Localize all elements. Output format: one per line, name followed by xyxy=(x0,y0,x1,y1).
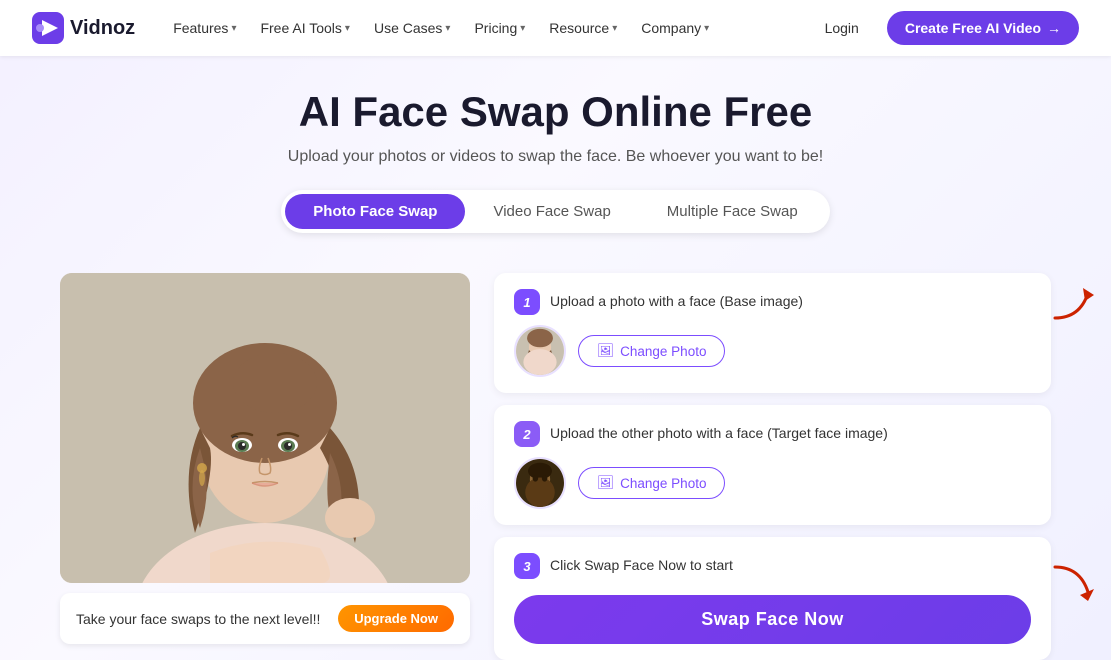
image-panel: Take your face swaps to the next level!!… xyxy=(60,273,470,644)
nav-use-cases[interactable]: Use Cases ▾ xyxy=(364,14,461,42)
step-2-badge: 2 xyxy=(514,421,540,447)
image-icon: 🖼 xyxy=(597,475,614,491)
upgrade-text: Take your face swaps to the next level!! xyxy=(76,611,320,627)
arrow-right-icon: → xyxy=(1047,20,1061,36)
steps-panel: 1 Upload a photo with a face (Base image… xyxy=(494,273,1051,660)
swap-face-now-button[interactable]: Swap Face Now xyxy=(514,595,1031,644)
step-2-face-thumb xyxy=(514,457,566,509)
hero-subtitle: Upload your photos or videos to swap the… xyxy=(0,148,1111,166)
hero-section: AI Face Swap Online Free Upload your pho… xyxy=(0,56,1111,253)
step-1-row: 🖼 Change Photo xyxy=(514,325,1031,377)
step-2-row: 🖼 Change Photo xyxy=(514,457,1031,509)
arrow-3-icon xyxy=(1050,557,1095,602)
chevron-down-icon: ▾ xyxy=(231,23,236,34)
step-2-card: 2 Upload the other photo with a face (Ta… xyxy=(494,405,1051,525)
step-1-label: Upload a photo with a face (Base image) xyxy=(550,289,803,312)
chevron-down-icon: ▾ xyxy=(345,23,350,34)
tab-video-face-swap[interactable]: Video Face Swap xyxy=(465,194,638,229)
nav-features[interactable]: Features ▾ xyxy=(163,14,246,42)
logo-icon xyxy=(32,12,64,44)
nav-right: Login Create Free AI Video → xyxy=(813,11,1079,45)
nav-resource[interactable]: Resource ▾ xyxy=(539,14,627,42)
main-content: Take your face swaps to the next level!!… xyxy=(0,253,1111,660)
step-1-header: 1 Upload a photo with a face (Base image… xyxy=(514,289,1031,315)
chevron-down-icon: ▾ xyxy=(704,23,709,34)
step-3-label: Click Swap Face Now to start xyxy=(550,553,733,576)
logo-text: Vidnoz xyxy=(70,17,135,40)
step-1-face-thumb xyxy=(514,325,566,377)
chevron-down-icon: ▾ xyxy=(520,23,525,34)
step-3-card: 3 Click Swap Face Now to start Swap Face… xyxy=(494,537,1051,660)
logo[interactable]: Vidnoz xyxy=(32,12,135,44)
step-2-label: Upload the other photo with a face (Targ… xyxy=(550,421,888,444)
upgrade-bar: Take your face swaps to the next level!!… xyxy=(60,593,470,644)
chevron-down-icon: ▾ xyxy=(612,23,617,34)
step-2-header: 2 Upload the other photo with a face (Ta… xyxy=(514,421,1031,447)
chevron-down-icon: ▾ xyxy=(445,23,450,34)
page-title: AI Face Swap Online Free xyxy=(0,88,1111,136)
upgrade-now-button[interactable]: Upgrade Now xyxy=(338,605,454,632)
tab-group: Photo Face Swap Video Face Swap Multiple… xyxy=(281,190,829,233)
step-1-card: 1 Upload a photo with a face (Base image… xyxy=(494,273,1051,393)
create-video-button[interactable]: Create Free AI Video → xyxy=(887,11,1079,45)
change-photo-button-1[interactable]: 🖼 Change Photo xyxy=(578,335,725,367)
nav-links: Features ▾ Free AI Tools ▾ Use Cases ▾ P… xyxy=(163,14,812,42)
preview-image xyxy=(60,273,470,583)
arrow-1-icon xyxy=(1050,283,1095,323)
step-1-badge: 1 xyxy=(514,289,540,315)
tab-multiple-face-swap[interactable]: Multiple Face Swap xyxy=(639,194,826,229)
image-icon: 🖼 xyxy=(597,343,614,359)
step-3-header: 3 Click Swap Face Now to start xyxy=(514,553,1031,579)
nav-free-ai-tools[interactable]: Free AI Tools ▾ xyxy=(250,14,359,42)
nav-company[interactable]: Company ▾ xyxy=(631,14,719,42)
step-3-badge: 3 xyxy=(514,553,540,579)
change-photo-button-2[interactable]: 🖼 Change Photo xyxy=(578,467,725,499)
nav-pricing[interactable]: Pricing ▾ xyxy=(464,14,535,42)
tab-photo-face-swap[interactable]: Photo Face Swap xyxy=(285,194,465,229)
login-button[interactable]: Login xyxy=(813,14,871,42)
